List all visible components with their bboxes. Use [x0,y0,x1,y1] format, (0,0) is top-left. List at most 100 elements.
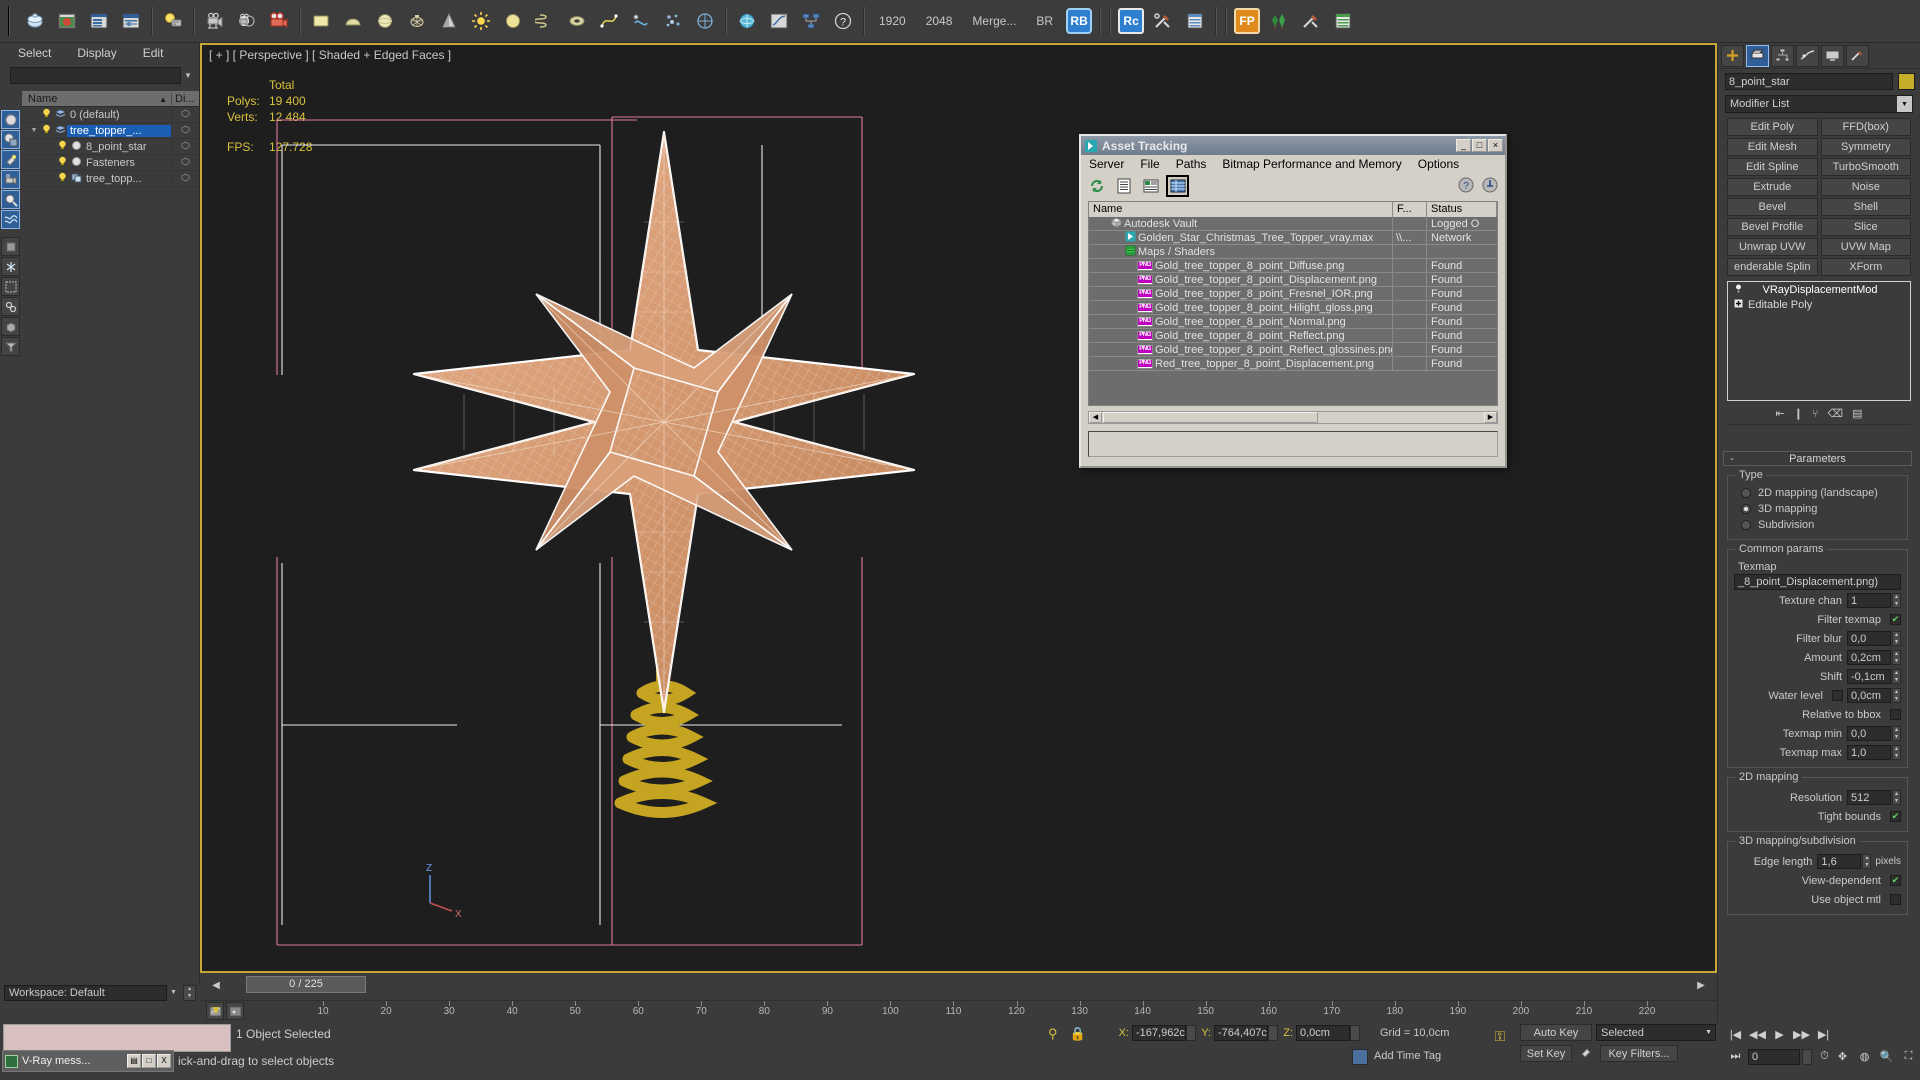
next-frame-button[interactable]: ▶ [1693,978,1709,994]
chevron-down-icon[interactable]: ▼ [167,989,180,996]
help-icon[interactable]: ? [828,6,858,36]
particle-system-icon[interactable] [658,6,688,36]
modifier-button[interactable]: Extrude [1727,178,1818,196]
scene-explorer-row[interactable]: tree_topp... [22,171,199,187]
display-tab[interactable] [1821,44,1844,67]
minimize-button[interactable]: _ [1456,139,1471,152]
modifier-button[interactable]: Unwrap UVW [1727,238,1818,256]
coordinate-y-value[interactable]: -764,407cr [1214,1025,1268,1041]
lightbulb-icon[interactable] [56,156,69,169]
teapot-primitive-icon[interactable] [402,6,432,36]
coordinate-x-spinner[interactable] [1186,1025,1196,1041]
coordinate-z-value[interactable]: 0,0cm [1296,1025,1350,1041]
coordinate-z[interactable]: Z: 0,0cm [1282,1025,1360,1041]
asset-tracking-titlebar[interactable]: Asset Tracking _ □ × [1081,136,1505,155]
list-panel-icon[interactable] [1180,6,1210,36]
parameter-spinner[interactable]: ▲ ▼ [1892,593,1901,608]
sphere-primitive-icon[interactable] [338,6,368,36]
torus-icon[interactable] [562,6,592,36]
sphere-gizmo-icon[interactable] [732,6,762,36]
workspace-selector[interactable]: Workspace: Default [4,984,167,1001]
lightbulb-icon[interactable] [40,108,53,121]
hierarchy-tab[interactable] [1771,44,1794,67]
utilities-tab[interactable] [1846,44,1869,67]
link-icon[interactable] [1,297,20,316]
menu-options[interactable]: Options [1418,157,1459,171]
zoom-icon[interactable]: 🔍 [1876,1046,1897,1067]
collapse-icon[interactable]: - [1724,453,1740,465]
lightbulb-icon[interactable] [56,172,69,185]
parameter-value[interactable]: 1,0 [1847,745,1891,760]
cone-primitive-icon[interactable] [434,6,464,36]
hide-icon[interactable] [1,237,20,256]
modify-tab[interactable] [1746,44,1769,67]
time-slider-track[interactable]: ◀ ▶ [208,977,1709,995]
parameter-spinner[interactable]: ▲ ▼ [1892,745,1901,760]
parameter-checkbox[interactable] [1832,690,1843,701]
camera-icon[interactable] [200,6,230,36]
parameter-spinner[interactable]: ▲ ▼ [1892,790,1901,805]
display-toggle-icon[interactable] [171,157,199,168]
mini-listener-field[interactable] [3,1024,231,1052]
render-animation-icon[interactable] [264,6,294,36]
parameter-value[interactable]: 512 [1847,790,1891,805]
object-color-icon[interactable] [1,130,20,149]
selection-set-dropdown[interactable]: Selected ▼ [1596,1024,1716,1041]
parameter-value[interactable]: -0,1cm [1847,669,1891,684]
modifier-stack[interactable]: VRayDisplacementMod Editable Poly [1727,281,1911,401]
render-setup-icon[interactable] [84,6,114,36]
pin-icon[interactable] [1481,176,1499,197]
vray-minimize-button[interactable]: ▤ [127,1054,141,1068]
lock-icon[interactable]: 🔒 [1070,1026,1086,1042]
parameter-value[interactable]: 0,0 [1847,631,1891,646]
asset-row[interactable]: PNG Gold_tree_topper_8_point_Diffuse.png F… [1089,259,1497,273]
sphere-display-icon[interactable] [1,110,20,129]
asset-row[interactable]: PNG Gold_tree_topper_8_point_Reflect_glos… [1089,343,1497,357]
asset-row[interactable]: PNG Gold_tree_topper_8_point_Normal.png Fo… [1089,315,1497,329]
chevron-down-icon[interactable]: ▼ [1897,96,1912,112]
parameter-value[interactable]: 0,0cm [1847,688,1891,703]
perspective-viewport[interactable]: [ + ] [ Perspective ] [ Shaded + Edged F… [200,43,1717,973]
asset-row[interactable]: PNG Red_tree_topper_8_point_Displacement.… [1089,357,1497,371]
sunlight-icon[interactable] [466,6,496,36]
detail-view-icon[interactable] [1139,175,1162,197]
modifier-stack-row[interactable]: VRayDisplacementMod [1728,282,1910,297]
geosphere-primitive-icon[interactable] [370,6,400,36]
add-time-tag-button[interactable]: Add Time Tag [1374,1050,1441,1062]
modifier-list-dropdown[interactable]: Modifier List ▼ [1725,95,1913,113]
filter-icon[interactable] [1,337,20,356]
object-name-field[interactable] [1725,73,1893,90]
asset-row[interactable]: PNG Gold_tree_topper_8_point_Reflect.png F… [1089,329,1497,343]
undo-icon[interactable] [20,6,50,36]
menu-server[interactable]: Server [1089,157,1124,171]
coordinate-z-spinner[interactable] [1350,1025,1360,1041]
radio-button[interactable] [1741,488,1751,498]
parameter-checkbox[interactable]: ✔ [1890,875,1901,886]
make-unique-icon[interactable]: ⑂ [1812,408,1819,420]
lightbulb-icon[interactable] [40,124,53,137]
time-tag-icon[interactable] [1352,1049,1368,1065]
parameter-spinner[interactable]: ▲ ▼ [1892,688,1901,703]
table-view-icon[interactable] [1166,175,1189,197]
asset-row[interactable]: PNG Gold_tree_topper_8_point_Fresnel_IOR.… [1089,287,1497,301]
coordinate-x-value[interactable]: -167,962cr [1132,1025,1186,1041]
create-tab[interactable] [1721,44,1744,67]
modifier-button[interactable]: Bevel [1727,198,1818,216]
next-key-icon[interactable]: ▶▶ [1791,1024,1812,1045]
parameter-checkbox[interactable] [1890,894,1901,905]
column-header-full-path[interactable]: F... [1393,202,1427,217]
go-to-start-icon[interactable]: |◀ [1725,1024,1746,1045]
modifier-button[interactable]: Slice [1820,218,1911,236]
forest-list-icon[interactable] [1328,6,1358,36]
curve-editor-icon[interactable] [226,1002,244,1020]
modifier-button[interactable]: Edit Mesh [1727,138,1818,156]
parameter-spinner[interactable]: ▲ ▼ [1892,631,1901,646]
type-radio-option[interactable]: Subdivision [1734,517,1901,533]
forest-pack-trees-icon[interactable] [1264,6,1294,36]
scroll-left-icon[interactable]: ◀ [1089,412,1102,423]
menu-bitmap-performance[interactable]: Bitmap Performance and Memory [1222,157,1401,171]
help-icon[interactable]: ? [1457,176,1475,197]
auto-key-button[interactable]: Auto Key [1520,1024,1592,1041]
parameter-spinner[interactable]: ▲ ▼ [1862,854,1872,869]
modifier-button[interactable]: TurboSmooth [1820,158,1911,176]
